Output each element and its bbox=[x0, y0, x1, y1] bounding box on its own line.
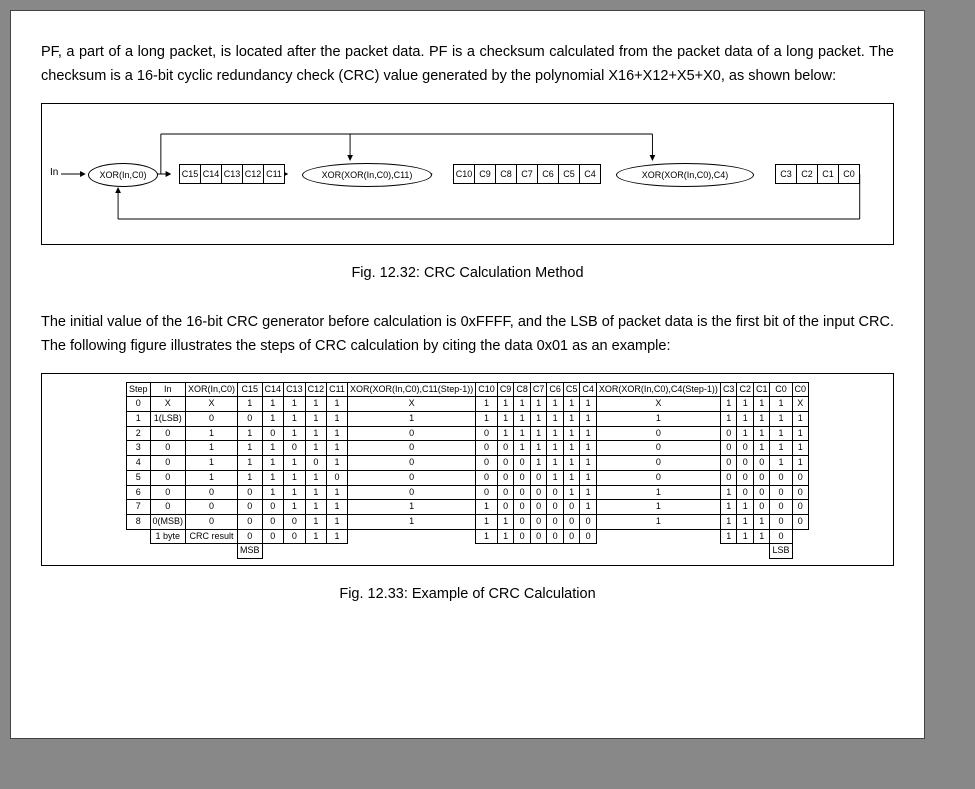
reg-c13: C13 bbox=[221, 164, 243, 184]
reg-c7: C7 bbox=[516, 164, 538, 184]
col-header: C13 bbox=[284, 382, 306, 397]
reg-c2: C2 bbox=[796, 164, 818, 184]
table-row: 7000011111000001111000 bbox=[126, 500, 808, 515]
col-header: Step bbox=[126, 382, 150, 397]
xor-node-3: XOR(XOR(In,C0),C4) bbox=[616, 163, 754, 187]
caption-2: Fig. 12.33: Example of CRC Calculation bbox=[41, 586, 894, 602]
table-row: 4011110100001111000011 bbox=[126, 456, 808, 471]
paragraph-2: The initial value of the 16-bit CRC gene… bbox=[41, 311, 894, 359]
col-header: C4 bbox=[580, 382, 597, 397]
reg-c14: C14 bbox=[200, 164, 222, 184]
table-row: 5011111000000111000000 bbox=[126, 470, 808, 485]
reg-c4: C4 bbox=[579, 164, 601, 184]
col-header: C8 bbox=[514, 382, 531, 397]
col-header: C10 bbox=[476, 382, 498, 397]
crc-table-box: StepInXOR(In,C0)C15C14C13C12C11XOR(XOR(I… bbox=[41, 373, 894, 566]
col-header: C9 bbox=[497, 382, 514, 397]
reg-group-2: C10C9C8C7C6C5C4 bbox=[454, 164, 601, 184]
table-row: 2011011100111111001111 bbox=[126, 426, 808, 441]
xor2-label: XOR(XOR(In,C0),C11) bbox=[322, 170, 413, 180]
col-header: C7 bbox=[530, 382, 547, 397]
reg-c15: C15 bbox=[179, 164, 201, 184]
col-header: C11 bbox=[327, 382, 348, 397]
col-header: XOR(In,C0) bbox=[186, 382, 238, 397]
caption-1: Fig. 12.32: CRC Calculation Method bbox=[41, 265, 894, 281]
reg-c0: C0 bbox=[838, 164, 860, 184]
paragraph-1: PF, a part of a long packet, is located … bbox=[41, 41, 894, 89]
reg-c6: C6 bbox=[537, 164, 559, 184]
table-row: 80(MSB)00001111100000111100 bbox=[126, 514, 808, 529]
table-row: 0XX11111X1111111X1111X bbox=[126, 397, 808, 412]
col-header: C1 bbox=[753, 382, 770, 397]
table-msb-lsb-row: MSB LSB bbox=[126, 544, 808, 559]
col-header: C15 bbox=[238, 382, 263, 397]
table-row: 3011101100011111000111 bbox=[126, 441, 808, 456]
reg-c12: C12 bbox=[242, 164, 264, 184]
table-row: 6000111100000011110000 bbox=[126, 485, 808, 500]
col-header: XOR(XOR(In,C0),C4(Step-1)) bbox=[596, 382, 720, 397]
col-header: C0 bbox=[792, 382, 809, 397]
xor3-label: XOR(XOR(In,C0),C4) bbox=[642, 170, 729, 180]
col-header: C6 bbox=[547, 382, 564, 397]
col-header: C0 bbox=[770, 382, 792, 397]
crc-diagram: In XOR(In,C0) C15C14C13C12C11 XOR(XOR(In… bbox=[41, 103, 894, 245]
crc-table: StepInXOR(In,C0)C15C14C13C12C11XOR(XOR(I… bbox=[126, 382, 809, 559]
table-footer-row: 1 byteCRC result0001111000001110 bbox=[126, 529, 808, 544]
reg-c3: C3 bbox=[775, 164, 797, 184]
table-row: 11(LSB)00111111111111111111 bbox=[126, 412, 808, 427]
reg-c10: C10 bbox=[453, 164, 475, 184]
col-header: In bbox=[150, 382, 186, 397]
in-label: In bbox=[50, 167, 58, 178]
col-header: C12 bbox=[305, 382, 327, 397]
msb-label: MSB bbox=[238, 544, 263, 559]
xor1-label: XOR(In,C0) bbox=[99, 170, 146, 180]
col-header: C2 bbox=[737, 382, 754, 397]
col-header: XOR(XOR(In,C0),C11(Step-1)) bbox=[347, 382, 475, 397]
col-header: C14 bbox=[262, 382, 284, 397]
col-header: C3 bbox=[720, 382, 737, 397]
reg-c11: C11 bbox=[263, 164, 285, 184]
col-header: C5 bbox=[563, 382, 580, 397]
xor-node-1: XOR(In,C0) bbox=[88, 163, 158, 187]
xor-node-2: XOR(XOR(In,C0),C11) bbox=[302, 163, 432, 187]
table-header-row: StepInXOR(In,C0)C15C14C13C12C11XOR(XOR(I… bbox=[126, 382, 808, 397]
reg-group-1: C15C14C13C12C11 bbox=[180, 164, 285, 184]
reg-group-3: C3C2C1C0 bbox=[776, 164, 860, 184]
reg-c9: C9 bbox=[474, 164, 496, 184]
reg-c5: C5 bbox=[558, 164, 580, 184]
reg-c8: C8 bbox=[495, 164, 517, 184]
reg-c1: C1 bbox=[817, 164, 839, 184]
document-page: PF, a part of a long packet, is located … bbox=[10, 10, 925, 739]
lsb-label: LSB bbox=[770, 544, 792, 559]
